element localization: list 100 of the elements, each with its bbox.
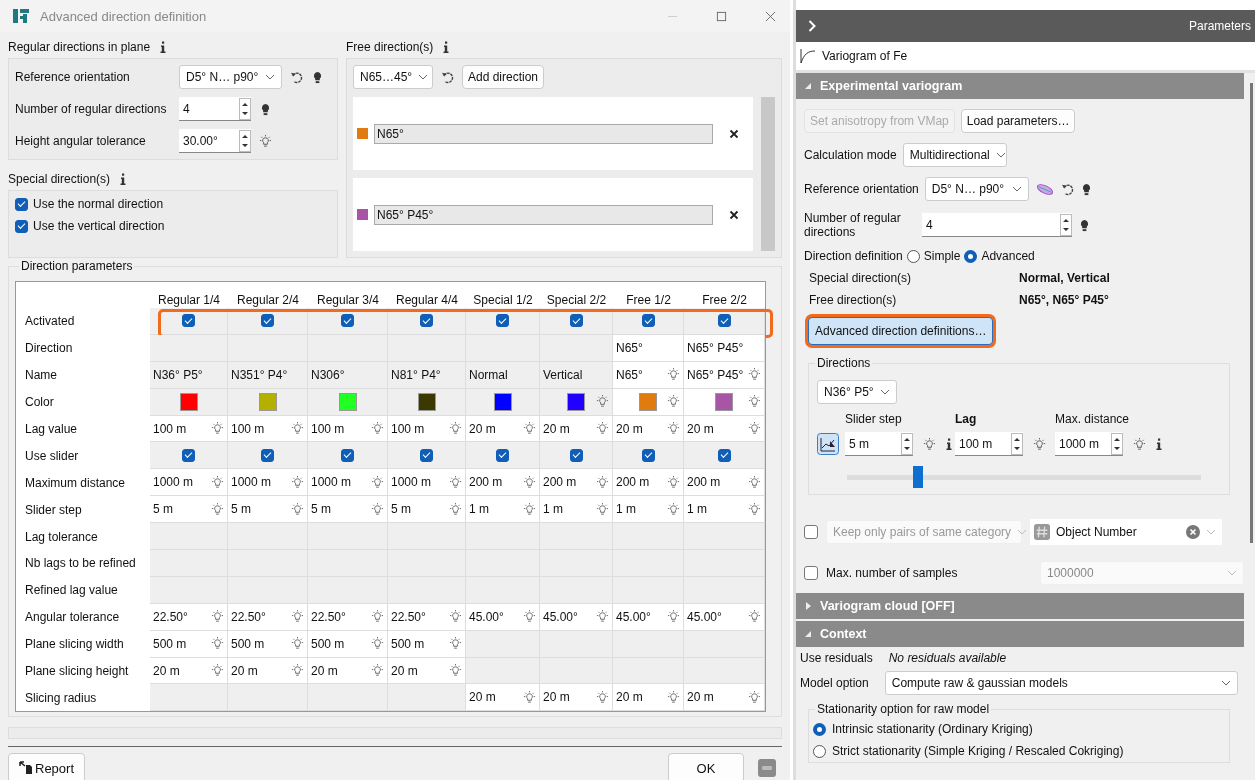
scrollbar[interactable] [761,97,775,251]
checkbox[interactable] [261,448,274,462]
color-swatch[interactable] [179,392,198,411]
dropdown[interactable]: Multidirectional [902,143,1007,167]
info-icon[interactable] [120,173,127,185]
variable-selector[interactable]: Object Number [1030,519,1222,545]
spin-box[interactable]: 4 [922,213,1072,237]
checkbox[interactable] [717,448,731,462]
checkbox[interactable] [641,314,655,328]
checkbox[interactable] [182,448,195,462]
bulb-icon[interactable] [1078,218,1091,232]
name-field[interactable]: N65° P45° [374,204,713,225]
dropdown[interactable]: 1000000 [1040,561,1244,585]
dropdown[interactable]: D5° N… p90° [179,65,282,89]
caret-icon [1221,680,1231,686]
bulb-icon[interactable] [311,70,324,84]
field-label: Reference orientation [804,182,919,196]
ellipse-icon[interactable] [1034,182,1055,196]
color-swatch[interactable] [357,209,368,220]
stylesheet-icon[interactable] [758,759,776,778]
checkbox[interactable] [15,219,28,233]
remove-icon[interactable] [729,209,739,220]
spin-box[interactable]: 100 m [955,432,1023,456]
checkbox[interactable] [420,314,433,328]
dropdown[interactable]: N65…45° [353,65,433,89]
color-swatch[interactable] [338,392,357,411]
spin-arrows-icon[interactable] [1011,432,1023,455]
chevron-icon[interactable] [808,20,816,32]
add-direction-button[interactable]: Add direction [462,65,545,89]
reset-icon[interactable] [1060,182,1074,196]
reset-icon[interactable] [290,70,303,84]
maximize-icon[interactable] [716,10,727,22]
spin-box[interactable]: 4 [179,97,251,121]
spin-arrows-icon[interactable] [239,97,251,120]
checkbox[interactable] [496,314,509,328]
dropdown[interactable]: D5° N… p90° [924,177,1029,201]
dropdown[interactable]: N36° P5° [817,380,897,404]
spin-arrows-icon[interactable] [1111,432,1123,455]
section-title: Experimental variogram [820,79,963,93]
ok-button[interactable]: OK [668,753,744,780]
checkbox[interactable] [15,197,28,211]
caret-icon [1017,529,1028,535]
checkbox[interactable] [182,314,195,328]
radio-label: Strict stationarity (Simple Kriging / Rescaled Cokriging) [832,744,1124,758]
cell-value: N65° [616,367,643,382]
checkbox[interactable] [341,314,354,328]
spin-arrows-icon[interactable] [901,432,913,455]
remove-icon[interactable] [729,128,739,139]
color-swatch[interactable] [493,392,512,411]
caret-icon [880,389,890,395]
spin-arrows-icon[interactable] [239,129,251,152]
slider-thumb[interactable] [912,466,923,488]
name-field[interactable]: N65° [374,123,713,144]
summary-value: Normal, Vertical [1019,271,1110,285]
dropdown[interactable]: Compute raw & gaussian models [884,671,1238,695]
advanced-definitions-button[interactable]: Advanced direction definitions… [808,317,994,345]
radio-button[interactable] [813,744,826,758]
color-swatch[interactable] [417,392,436,411]
info-icon[interactable] [443,41,450,53]
radio-button[interactable] [813,722,826,736]
report-button[interactable]: Report [8,753,86,780]
checkbox[interactable] [717,314,731,328]
color-swatch[interactable] [715,392,733,411]
cell-value: 45.00° [616,609,651,624]
radio-button[interactable] [906,249,920,263]
checkbox[interactable] [804,566,818,580]
action-button[interactable]: Load parameters… [960,109,1076,133]
cell-value: 5 m [231,502,251,517]
radio-button[interactable] [964,249,978,263]
cell-value: 100 m [153,421,187,436]
info-icon[interactable] [946,438,952,450]
checkbox[interactable] [641,448,655,462]
cell-value: 20 m [687,421,714,436]
spin-box[interactable]: 5 m [845,432,913,456]
cell-value: 5 m [311,502,331,517]
checkbox[interactable] [341,448,354,462]
color-swatch[interactable] [567,392,585,411]
checkbox[interactable] [420,448,433,462]
checkbox[interactable] [496,448,509,462]
checkbox[interactable] [569,314,583,328]
spin-arrows-icon[interactable] [1060,213,1072,236]
spin-box[interactable]: 30.00° [179,129,251,153]
caret-icon [1206,529,1216,535]
clear-icon[interactable] [1186,525,1200,539]
group-heading: Direction parameters [19,259,135,273]
radio-label: Advanced [981,249,1035,263]
close-icon[interactable] [765,10,776,22]
chart-toggle-icon[interactable] [817,433,839,455]
checkbox[interactable] [804,525,818,539]
color-swatch[interactable] [258,392,277,411]
bulb-icon[interactable] [259,102,272,116]
scrollbar[interactable] [1250,83,1253,543]
spin-box[interactable]: 1000 m [1055,432,1123,456]
checkbox[interactable] [569,448,583,462]
color-swatch[interactable] [639,392,657,411]
info-icon[interactable] [1156,438,1162,450]
reset-icon[interactable] [441,70,454,84]
info-icon[interactable] [160,41,167,53]
color-swatch[interactable] [357,128,368,139]
checkbox[interactable] [261,314,274,328]
